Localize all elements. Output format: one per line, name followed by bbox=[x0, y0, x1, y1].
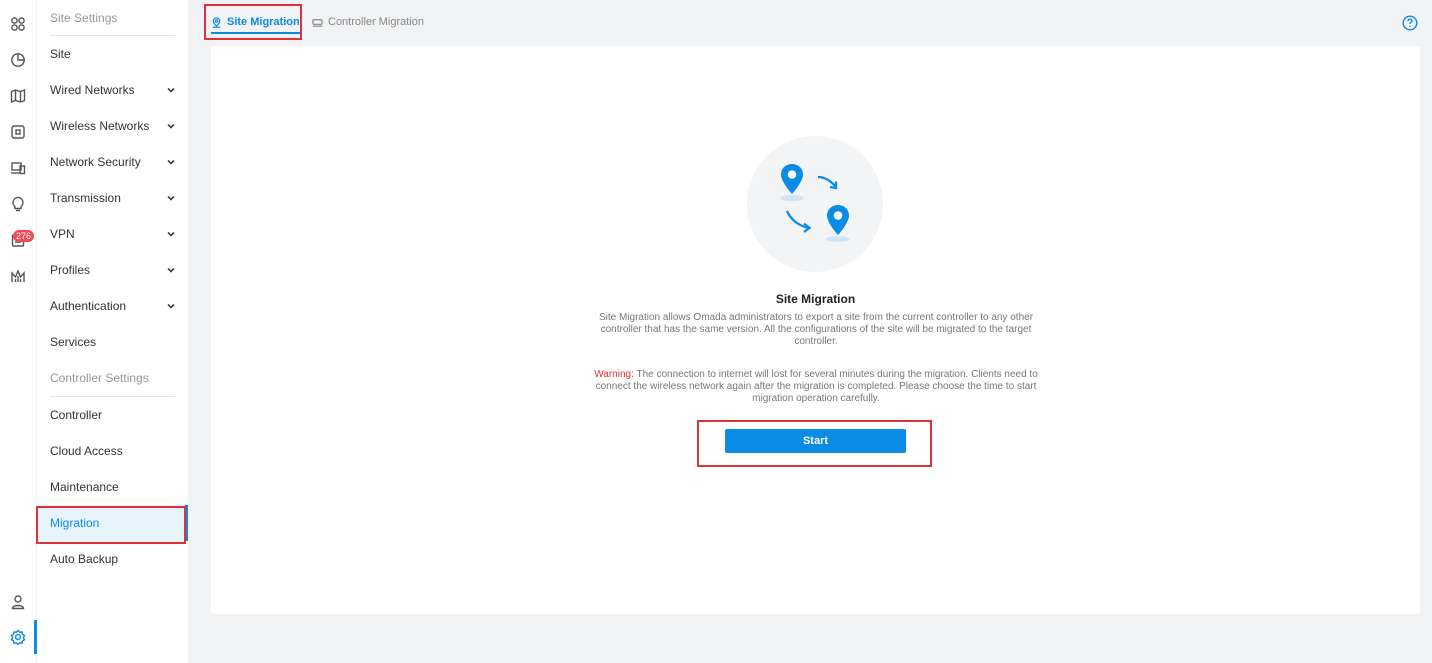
sidebar-item-authentication[interactable]: Authentication bbox=[37, 288, 188, 324]
account-icon[interactable] bbox=[6, 590, 30, 614]
tab-active-underline bbox=[211, 32, 300, 34]
tab-site-migration[interactable]: Site Migration bbox=[211, 5, 300, 39]
chevron-down-icon bbox=[166, 156, 176, 166]
sidebar-item-label: Wireless Networks bbox=[50, 119, 150, 133]
sidebar-item-controller[interactable]: Controller bbox=[37, 397, 188, 433]
chevron-down-icon bbox=[166, 228, 176, 238]
insights-icon[interactable] bbox=[6, 192, 30, 216]
devices-icon[interactable] bbox=[6, 120, 30, 144]
sidebar-item-maintenance[interactable]: Maintenance bbox=[37, 469, 188, 505]
sidebar-item-site[interactable]: Site bbox=[37, 36, 188, 72]
content-warning: Warning: The connection to internet will… bbox=[590, 369, 1042, 405]
chevron-down-icon bbox=[166, 264, 176, 274]
clients-icon[interactable] bbox=[6, 156, 30, 180]
sidebar-item-label: VPN bbox=[50, 227, 75, 241]
sidebar-item-label: Maintenance bbox=[50, 480, 119, 494]
tab-label: Site Migration bbox=[227, 16, 300, 28]
map-icon[interactable] bbox=[6, 84, 30, 108]
icon-rail: 276 bbox=[0, 0, 37, 663]
sidebar-item-label: Migration bbox=[50, 516, 100, 530]
reports-icon[interactable] bbox=[6, 264, 30, 288]
pin-shadow bbox=[780, 195, 804, 201]
sidebar-item-label: Controller bbox=[50, 408, 103, 422]
sidebar-item-network-security[interactable]: Network Security bbox=[37, 144, 188, 180]
sidebar-item-label: Wired Networks bbox=[50, 83, 135, 97]
settings-sidebar: Site Settings Site Wired Networks Wirele… bbox=[37, 0, 188, 663]
sidebar-item-label: Cloud Access bbox=[50, 444, 123, 458]
site-migration-card: Site Migration Site Migration allows Oma… bbox=[211, 46, 1420, 614]
pin-shadow bbox=[826, 236, 850, 242]
content-description: Site Migration allows Omada administrato… bbox=[598, 312, 1034, 347]
statistics-icon[interactable] bbox=[6, 48, 30, 72]
site-settings-heading: Site Settings bbox=[50, 11, 118, 25]
help-icon[interactable] bbox=[1402, 15, 1418, 31]
warning-text: The connection to internet will lost for… bbox=[595, 369, 1038, 404]
chevron-down-icon bbox=[166, 84, 176, 94]
notification-badge: 276 bbox=[13, 230, 35, 242]
tab-label: Controller Migration bbox=[328, 16, 424, 28]
sidebar-item-cloud-access[interactable]: Cloud Access bbox=[37, 433, 188, 469]
chevron-down-icon bbox=[166, 192, 176, 202]
chevron-down-icon bbox=[166, 300, 176, 310]
content-title: Site Migration bbox=[775, 292, 856, 306]
start-button[interactable]: Start bbox=[725, 429, 906, 453]
location-pin-icon bbox=[827, 205, 849, 235]
location-pin-icon bbox=[212, 16, 221, 28]
controller-icon bbox=[312, 18, 323, 27]
sidebar-item-transmission[interactable]: Transmission bbox=[37, 180, 188, 216]
sidebar-item-wired-networks[interactable]: Wired Networks bbox=[37, 72, 188, 108]
controller-settings-heading: Controller Settings bbox=[50, 371, 149, 385]
sidebar-item-vpn[interactable]: VPN bbox=[37, 216, 188, 252]
sidebar-item-services[interactable]: Services bbox=[37, 324, 188, 360]
warning-label: Warning: bbox=[594, 369, 634, 380]
tab-controller-migration[interactable]: Controller Migration bbox=[312, 5, 424, 39]
sidebar-item-migration[interactable]: Migration bbox=[37, 505, 188, 541]
dashboard-icon[interactable] bbox=[6, 12, 30, 36]
sidebar-item-label: Profiles bbox=[50, 263, 91, 277]
chevron-down-icon bbox=[166, 120, 176, 130]
sidebar-item-label: Auto Backup bbox=[50, 552, 119, 566]
sidebar-item-label: Transmission bbox=[50, 191, 121, 205]
settings-icon[interactable] bbox=[6, 625, 30, 649]
sidebar-item-label: Services bbox=[50, 335, 97, 349]
arrow-right-icon bbox=[817, 175, 837, 188]
sidebar-item-profiles[interactable]: Profiles bbox=[37, 252, 188, 288]
sidebar-item-label: Site bbox=[50, 47, 71, 61]
sidebar-item-label: Network Security bbox=[50, 155, 141, 169]
sidebar-item-label: Authentication bbox=[50, 299, 127, 313]
migration-illustration bbox=[747, 136, 883, 272]
sidebar-item-wireless-networks[interactable]: Wireless Networks bbox=[37, 108, 188, 144]
location-pin-icon bbox=[781, 164, 803, 194]
sidebar-item-auto-backup[interactable]: Auto Backup bbox=[37, 541, 188, 577]
